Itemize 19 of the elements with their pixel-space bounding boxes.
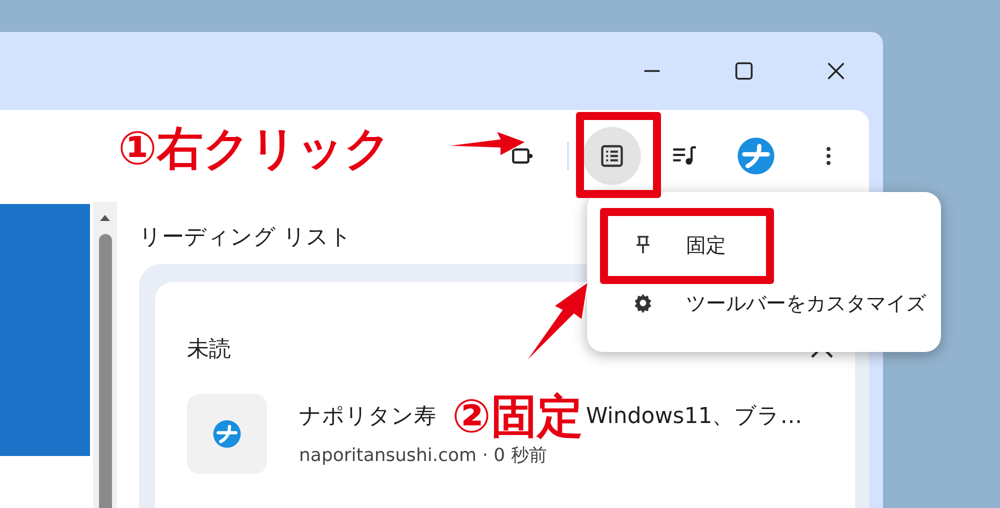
scroll-up-icon[interactable] (99, 214, 111, 222)
callout-label: ①右クリック (118, 120, 391, 177)
menu-item[interactable]: 固定 (620, 227, 736, 263)
site-logo-icon (212, 419, 242, 449)
reading-list-icon (599, 143, 625, 169)
item-title[interactable]: ナポリタン寿 (299, 401, 436, 431)
callout-label: ②固定 (452, 388, 583, 445)
section-title: 未読 (187, 336, 231, 364)
panel-title: リーディング リスト (139, 224, 352, 252)
maximize-icon[interactable] (733, 60, 755, 82)
more-icon (826, 146, 830, 166)
scrollbar[interactable] (93, 202, 117, 508)
item-title[interactable]: Windows11、ブラ… (586, 401, 802, 431)
scrollbar-thumb[interactable] (98, 234, 112, 508)
item-source: naporitansushi.com · 0 秒前 (299, 444, 548, 467)
avatar-icon (736, 136, 776, 176)
settings-icon (632, 292, 654, 314)
close-icon[interactable] (825, 60, 847, 82)
menu-item[interactable]: ツールバーをカスタマイズ (620, 285, 936, 321)
